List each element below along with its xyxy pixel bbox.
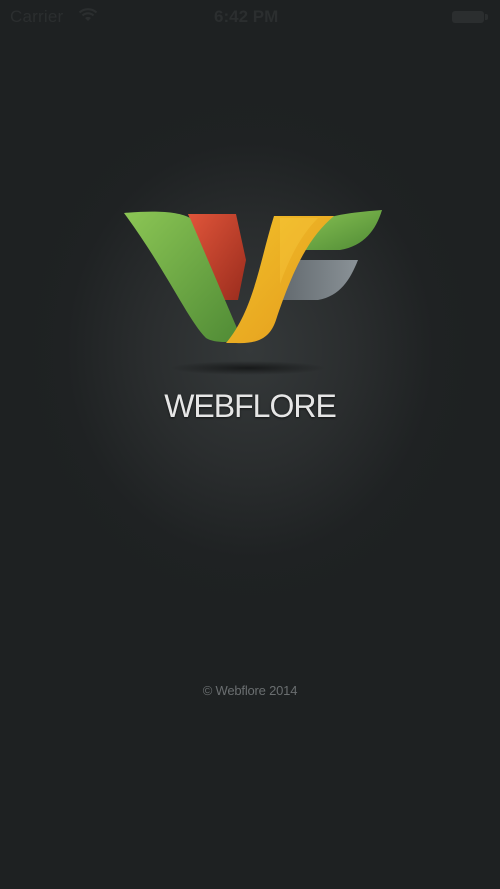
- wifi-icon: [78, 8, 98, 21]
- status-time: 6:42 PM: [214, 7, 279, 26]
- battery-tip: [485, 14, 488, 20]
- splash-screen: Carrier 6:42 PM WEBFLORE © Webflore 2014: [0, 0, 500, 889]
- webflore-logo-icon: [124, 210, 382, 375]
- copyright-text: © Webflore 2014: [202, 683, 298, 698]
- status-bar: Carrier 6:42 PM: [0, 0, 500, 34]
- app-name: WEBFLORE: [164, 388, 337, 424]
- carrier-label: Carrier: [10, 7, 64, 26]
- battery-icon: [452, 11, 484, 23]
